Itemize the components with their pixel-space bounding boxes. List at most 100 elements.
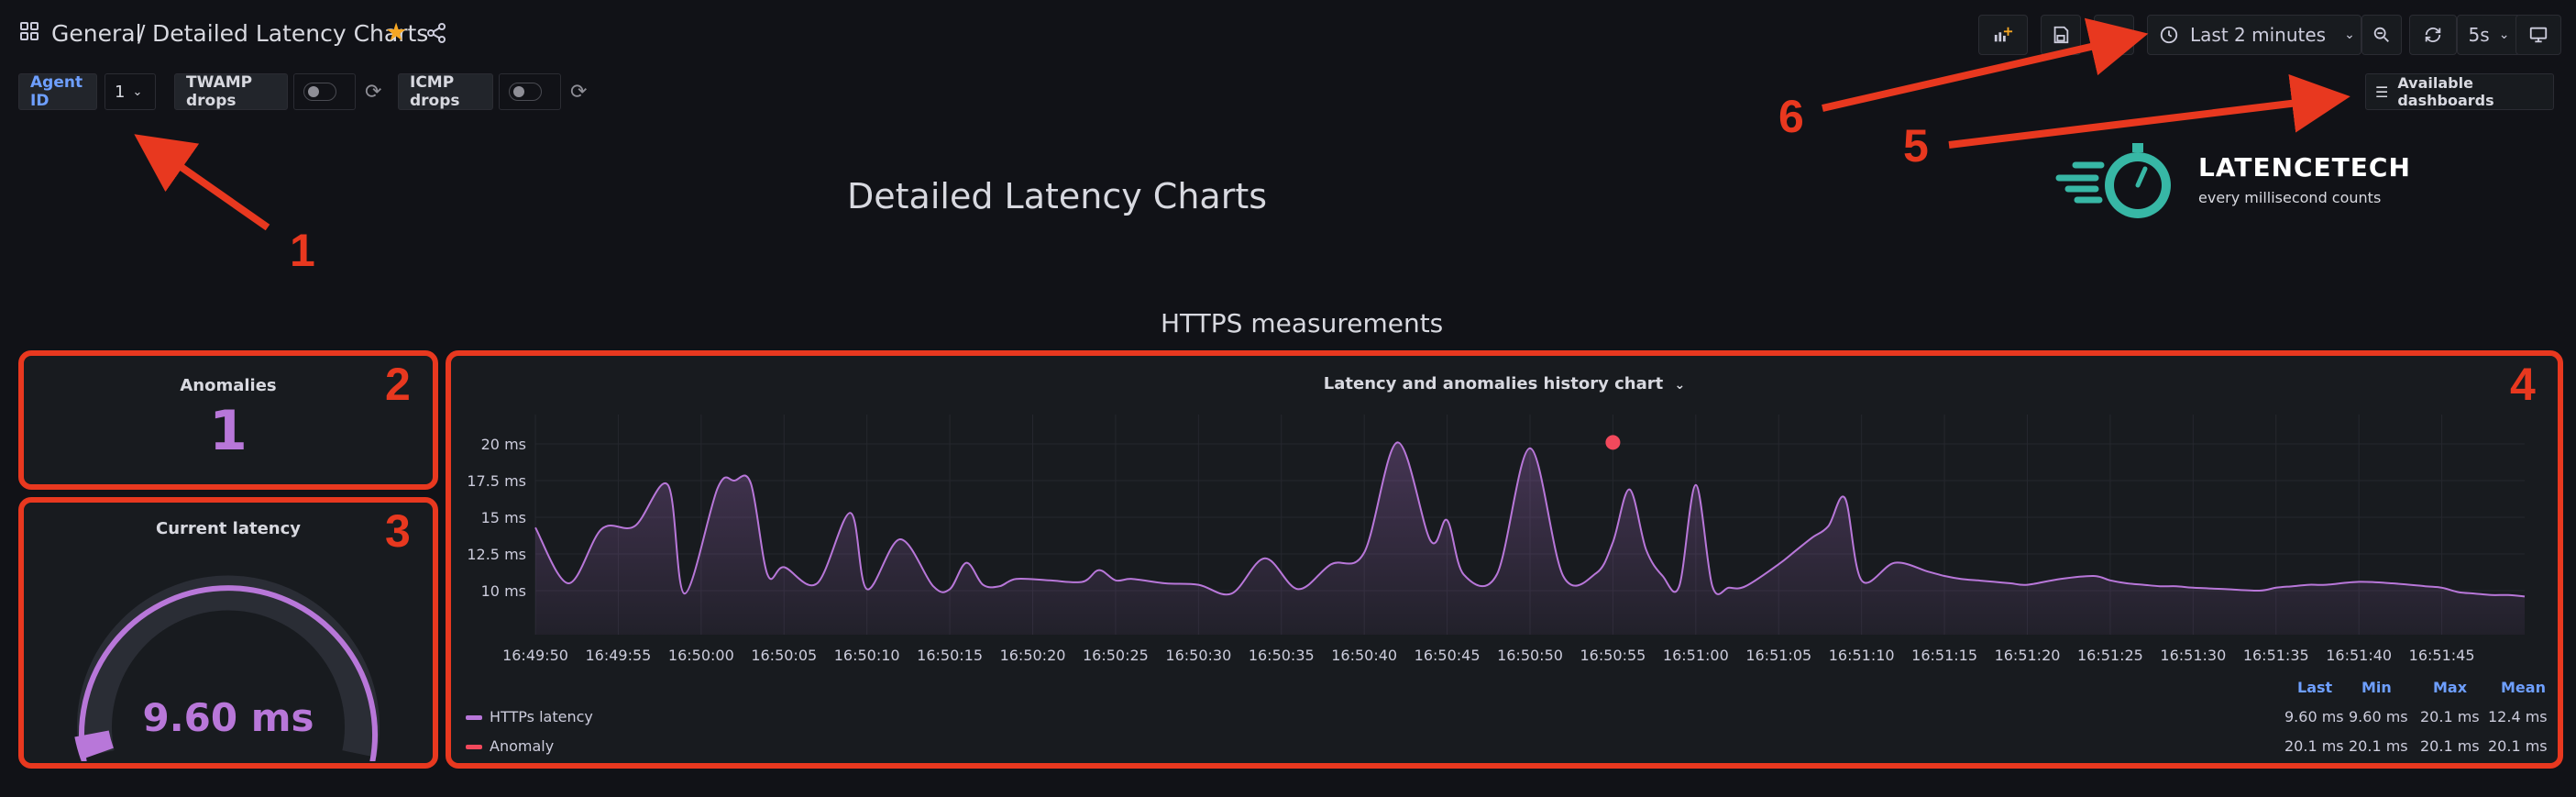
anomaly-point: [1605, 435, 1621, 450]
x-tick-label: 16:51:35: [2243, 647, 2309, 664]
agent-id-label-text: Agent ID: [30, 73, 83, 110]
annotation-5: 5: [1903, 120, 1929, 172]
twamp-drops-label: TWAMP drops: [174, 73, 288, 110]
y-tick-label: 10 ms: [481, 582, 526, 600]
chevron-down-icon: ⌄: [1674, 378, 1686, 393]
annotation-4: 4: [2510, 359, 2536, 410]
history-chart-title[interactable]: Latency and anomalies history chart ⌄: [451, 374, 2558, 393]
monitor-icon: [2529, 27, 2548, 43]
zoom-out-button[interactable]: [2361, 15, 2402, 55]
agent-id-label: Agent ID: [18, 73, 97, 110]
apps-grid-icon[interactable]: [18, 20, 40, 49]
legend-series-name[interactable]: Anomaly: [490, 737, 554, 755]
x-tick-label: 16:50:35: [1249, 647, 1315, 664]
time-range-label: Last 2 minutes: [2190, 24, 2327, 46]
x-tick-label: 16:50:25: [1083, 647, 1149, 664]
legend-header-max[interactable]: Max: [2433, 679, 2467, 696]
gear-icon: [2106, 27, 2122, 43]
x-tick-label: 16:49:55: [585, 647, 651, 664]
x-tick-label: 16:51:15: [1911, 647, 1977, 664]
annotation-2: 2: [385, 359, 411, 410]
anomalies-value: 1: [209, 399, 248, 463]
x-tick-label: 16:51:45: [2409, 647, 2475, 664]
legend-header-last[interactable]: Last: [2297, 679, 2332, 696]
twamp-drops-toggle[interactable]: [293, 73, 356, 110]
x-tick-label: 16:51:10: [1829, 647, 1895, 664]
x-tick-label: 16:50:50: [1497, 647, 1563, 664]
chevron-down-icon: ⌄: [132, 84, 143, 99]
x-tick-label: 16:49:50: [502, 647, 568, 664]
legend-value-max: 20.1 ms: [2420, 737, 2480, 755]
chevron-down-icon: ⌄: [2344, 28, 2355, 42]
legend-value-mean: 12.4 ms: [2488, 708, 2548, 725]
menu-icon: ☰: [2375, 83, 2389, 101]
zoom-out-icon: [2373, 27, 2389, 42]
annotation-3: 3: [385, 505, 411, 557]
clock-icon: [2160, 26, 2178, 44]
current-latency-title: Current latency: [155, 519, 302, 538]
logo-tagline: every millisecond counts: [2198, 189, 2382, 206]
icmp-refresh-icon[interactable]: ⟳: [570, 81, 587, 104]
add-panel-button[interactable]: [1978, 15, 2028, 55]
available-dashboards-label: Available dashboards: [2397, 74, 2494, 109]
tv-mode-button[interactable]: [2515, 15, 2561, 55]
x-tick-label: 16:50:40: [1331, 647, 1397, 664]
chevron-down-icon: ⌄: [2498, 28, 2510, 42]
history-chart-title-text: Latency and anomalies history chart: [1323, 374, 1664, 393]
stopwatch-logo-icon: [2055, 143, 2171, 218]
icmp-drops-toggle[interactable]: [499, 73, 561, 110]
y-tick-label: 17.5 ms: [467, 472, 526, 490]
x-tick-label: 16:51:30: [2160, 647, 2226, 664]
x-tick-label: 16:51:05: [1745, 647, 1811, 664]
current-latency-panel: Current latency 9.60 ms: [18, 497, 438, 769]
x-tick-label: 16:50:55: [1580, 647, 1646, 664]
legend-header-mean[interactable]: Mean: [2501, 679, 2546, 696]
y-tick-label: 20 ms: [481, 436, 526, 453]
latency-history-chart: 10 ms 12.5 ms 15 ms 17.5 ms 20 ms 16:49:50 16:…: [467, 415, 2526, 664]
x-tick-label: 16:50:20: [1000, 647, 1066, 664]
refresh-interval-picker[interactable]: 5s ⌄: [2457, 15, 2521, 55]
x-tick-label: 16:51:40: [2326, 647, 2392, 664]
share-icon[interactable]: [425, 22, 447, 48]
legend-value-max: 20.1 ms: [2420, 708, 2480, 725]
history-chart-panel: Latency and anomalies history chart ⌄ 10…: [446, 350, 2563, 769]
annotation-6: 6: [1778, 91, 1804, 142]
legend-header-min[interactable]: Min: [2361, 679, 2392, 696]
x-tick-label: 16:50:15: [917, 647, 983, 664]
refresh-icon: [2425, 28, 2441, 42]
legend-series-name[interactable]: HTTPs latency: [490, 708, 593, 725]
section-title: HTTPS measurements: [1161, 308, 1444, 338]
legend-value-last: 9.60 ms: [2284, 708, 2344, 725]
agent-id-value: 1: [115, 82, 126, 102]
anomalies-panel: Anomalies 1: [18, 350, 438, 490]
breadcrumb-separator: /: [138, 20, 146, 47]
toggle-switch[interactable]: [509, 83, 542, 101]
settings-button[interactable]: [2094, 15, 2134, 55]
x-tick-label: 16:51:00: [1663, 647, 1729, 664]
anomalies-title: Anomalies: [180, 376, 277, 395]
page-title: Detailed Latency Charts: [847, 176, 1268, 216]
x-tick-label: 16:51:25: [2077, 647, 2143, 664]
logo: LATENCETECH every millisecond counts: [2050, 138, 2410, 229]
twamp-refresh-icon[interactable]: ⟳: [365, 81, 381, 104]
y-tick-label: 15 ms: [481, 509, 526, 526]
save-icon: [2053, 26, 2069, 44]
x-tick-label: 16:51:20: [1995, 647, 2061, 664]
available-dashboards-button[interactable]: ☰ Available dashboards: [2365, 73, 2554, 110]
breadcrumb-root[interactable]: General: [51, 20, 142, 47]
legend-swatch: [466, 715, 482, 720]
icmp-drops-label-text: ICMP drops: [410, 73, 460, 110]
x-tick-label: 16:50:00: [668, 647, 734, 664]
toggle-switch[interactable]: [303, 83, 336, 101]
arrow-1: [134, 134, 270, 231]
agent-id-select[interactable]: 1 ⌄: [105, 73, 156, 110]
time-range-picker[interactable]: Last 2 minutes ⌄: [2147, 15, 2361, 55]
x-tick-label: 16:50:45: [1415, 647, 1481, 664]
legend-value-min: 9.60 ms: [2349, 708, 2408, 725]
star-icon[interactable]: ★: [385, 18, 407, 47]
legend-value-min: 20.1 ms: [2349, 737, 2408, 755]
x-tick-label: 16:50:05: [751, 647, 817, 664]
legend-swatch: [466, 745, 482, 749]
save-dashboard-button[interactable]: [2041, 15, 2081, 55]
refresh-button[interactable]: [2409, 15, 2457, 55]
